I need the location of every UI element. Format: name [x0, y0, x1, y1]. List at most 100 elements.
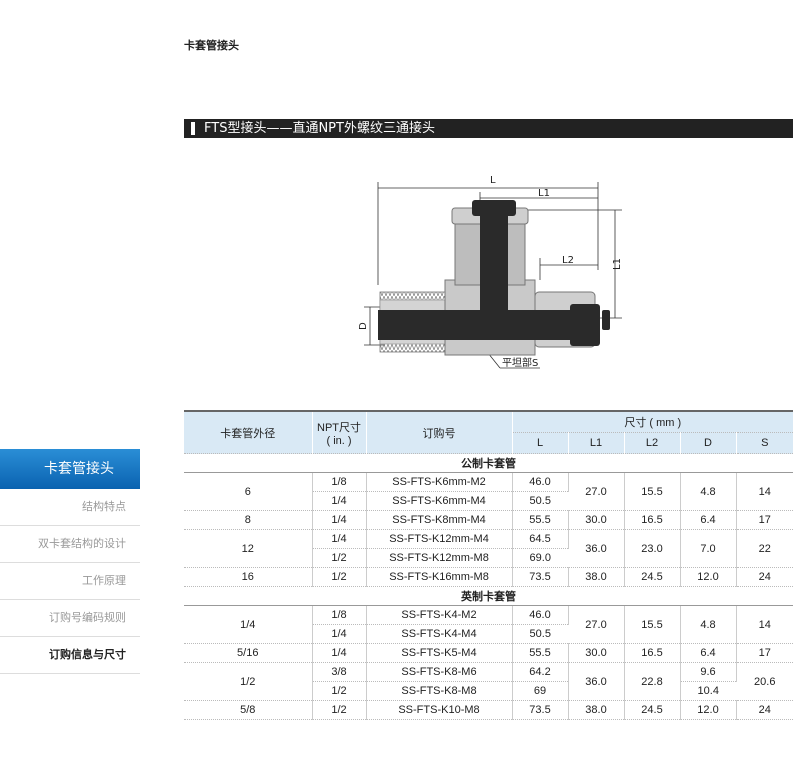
label-L2: L2 — [562, 255, 574, 266]
cell-npt: 1/4 — [312, 624, 367, 644]
cell-L: 50.5 — [512, 491, 568, 511]
cell-L1: 36.0 — [568, 529, 625, 568]
spec-table: 卡套管外径 NPT尺寸( in. ) 订购号 尺寸 ( mm ) L L1 L2… — [184, 410, 793, 720]
cell-od: 12 — [184, 529, 313, 568]
cell-order-no: SS-FTS-K5-M4 — [366, 643, 513, 663]
cell-S: 17 — [736, 510, 793, 530]
sidebar-item-fittings[interactable]: 卡套管接头 — [0, 449, 140, 489]
col-npt-label: NPT尺寸 — [317, 421, 361, 434]
col-dims: 尺寸 ( mm ) — [512, 410, 793, 433]
cell-L2: 24.5 — [624, 700, 681, 720]
cell-L2: 15.5 — [624, 472, 681, 511]
cell-D: 4.8 — [680, 605, 737, 644]
fitting-body — [378, 200, 610, 356]
cell-order-no: SS-FTS-K12mm-M4 — [366, 529, 513, 549]
cell-L1: 27.0 — [568, 472, 625, 511]
cell-L: 73.5 — [512, 567, 569, 587]
col-L1: L1 — [568, 432, 625, 454]
cell-order-no: SS-FTS-K4-M2 — [366, 605, 513, 625]
cell-order-no: SS-FTS-K8-M6 — [366, 662, 513, 682]
cell-S: 14 — [736, 472, 793, 511]
banner-bar — [191, 122, 195, 135]
label-D: D — [358, 322, 369, 330]
cell-L: 69.0 — [512, 548, 568, 568]
cell-L2: 16.5 — [624, 643, 681, 663]
cell-order-no: SS-FTS-K4-M4 — [366, 624, 513, 644]
cell-od: 6 — [184, 472, 313, 511]
table-row: 16 1/2 SS-FTS-K16mm-M8 73.5 38.0 24.5 12… — [184, 567, 793, 587]
col-S: S — [736, 432, 793, 454]
table-row: 6 1/8 SS-FTS-K6mm-M2 46.0 27.0 15.5 4.8 … — [184, 472, 793, 511]
label-L: L — [490, 175, 496, 186]
cell-npt: 1/4 — [312, 643, 367, 663]
cell-order-no: SS-FTS-K8mm-M4 — [366, 510, 513, 530]
col-npt-unit: ( in. ) — [326, 434, 352, 447]
cell-order-no: SS-FTS-K8-M8 — [366, 681, 513, 701]
cell-npt: 1/4 — [312, 529, 367, 549]
cell-od: 16 — [184, 567, 313, 587]
col-D: D — [680, 432, 737, 454]
cell-D: 6.4 — [680, 510, 737, 530]
table-row: 5/8 1/2 SS-FTS-K10-M8 73.5 38.0 24.5 12.… — [184, 700, 793, 720]
cell-D: 12.0 — [680, 700, 737, 720]
cell-order-no: SS-FTS-K10-M8 — [366, 700, 513, 720]
section-banner: FTS型接头——直通NPT外螺纹三通接头 — [184, 119, 793, 138]
cell-L: 46.0 — [512, 472, 569, 492]
cell-D: 9.6 — [680, 662, 737, 682]
cell-npt: 1/2 — [312, 567, 367, 587]
cell-D: 12.0 — [680, 567, 737, 587]
cell-L1: 27.0 — [568, 605, 625, 644]
table-row: 1/2 3/8 SS-FTS-K8-M6 64.2 36.0 22.8 9.6 … — [184, 662, 793, 701]
cell-S: 24 — [736, 567, 793, 587]
cell-D: 7.0 — [680, 529, 737, 568]
cell-S: 20.6 — [736, 662, 793, 701]
sidebar-item-double-ferrule-design[interactable]: 双卡套结构的设计 — [0, 526, 140, 563]
cell-L1: 36.0 — [568, 662, 625, 701]
sidebar-item-ordering-code-rules[interactable]: 订购号编码规则 — [0, 600, 140, 637]
cell-order-no: SS-FTS-K6mm-M4 — [366, 491, 513, 511]
cell-L: 46.0 — [512, 605, 569, 625]
cell-L: 55.5 — [512, 510, 569, 530]
table-row: 1/4 1/8 SS-FTS-K4-M2 46.0 27.0 15.5 4.8 … — [184, 605, 793, 644]
cell-L2: 22.8 — [624, 662, 681, 701]
cell-S: 14 — [736, 605, 793, 644]
col-L: L — [512, 432, 569, 454]
sidebar-item-features[interactable]: 结构特点 — [0, 489, 140, 526]
cell-L1: 30.0 — [568, 643, 625, 663]
table-row: 5/16 1/4 SS-FTS-K5-M4 55.5 30.0 16.5 6.4… — [184, 643, 793, 663]
cell-od: 5/16 — [184, 643, 313, 663]
cell-L2: 23.0 — [624, 529, 681, 568]
cell-L: 50.5 — [512, 624, 568, 644]
table-row: 8 1/4 SS-FTS-K8mm-M4 55.5 30.0 16.5 6.4 … — [184, 510, 793, 530]
cell-L: 69 — [512, 681, 569, 701]
sidebar-nav: 卡套管接头 结构特点 双卡套结构的设计 工作原理 订购号编码规则 订购信息与尺寸 — [0, 449, 140, 674]
cell-od: 1/2 — [184, 662, 313, 701]
section-imperial: 英制卡套管 — [184, 586, 793, 606]
cell-L: 64.2 — [512, 662, 569, 682]
cell-od: 1/4 — [184, 605, 313, 644]
cell-L2: 24.5 — [624, 567, 681, 587]
cell-npt: 1/4 — [312, 491, 367, 511]
cell-od: 5/8 — [184, 700, 313, 720]
cell-order-no: SS-FTS-K16mm-M8 — [366, 567, 513, 587]
cell-L: 64.5 — [512, 529, 569, 549]
cell-npt: 1/4 — [312, 510, 367, 530]
section-metric: 公制卡套管 — [184, 453, 793, 473]
cell-S: 24 — [736, 700, 793, 720]
cell-S: 17 — [736, 643, 793, 663]
cell-L1: 38.0 — [568, 700, 625, 720]
cell-npt: 1/2 — [312, 548, 367, 568]
cell-D: 4.8 — [680, 472, 737, 511]
label-S: 平坦部S — [502, 356, 538, 369]
cell-D: 10.4 — [680, 681, 736, 701]
cell-D: 6.4 — [680, 643, 737, 663]
banner-title: FTS型接头——直通NPT外螺纹三通接头 — [204, 121, 435, 136]
cell-npt: 1/2 — [312, 681, 367, 701]
label-L1-top: L1 — [538, 188, 550, 199]
cell-L: 73.5 — [512, 700, 569, 720]
cell-L2: 15.5 — [624, 605, 681, 644]
sidebar-item-working-principle[interactable]: 工作原理 — [0, 563, 140, 600]
cell-order-no: SS-FTS-K6mm-M2 — [366, 472, 513, 492]
page-title: 卡套管接头 — [184, 39, 239, 52]
sidebar-item-ordering-info[interactable]: 订购信息与尺寸 — [0, 637, 140, 674]
